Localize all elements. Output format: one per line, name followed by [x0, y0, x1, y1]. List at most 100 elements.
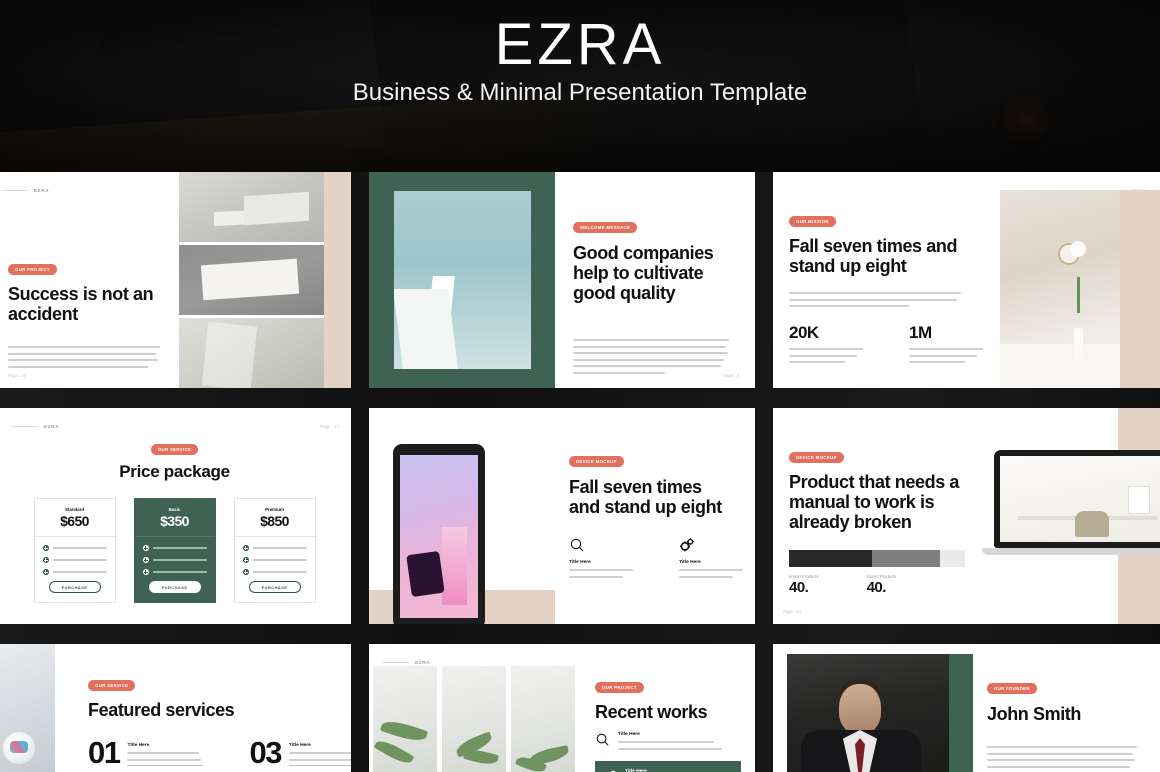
photo-sunglasses: [406, 550, 445, 598]
slide-page-number: Page : 10: [8, 373, 26, 378]
photo-plant-2: [442, 666, 506, 772]
slide-recent-works[interactable]: EZRA Page : 17: [369, 644, 755, 772]
gears-icon: [680, 538, 694, 552]
slide-our-founder[interactable]: OUR FOUNDER John Smith: [773, 644, 1160, 772]
legend-value: 40.: [866, 579, 887, 596]
purchase-button[interactable]: PURCHASE: [48, 581, 101, 593]
slide-device-mockup-tablet[interactable]: EZRA Page : 17 DEVICE MOCKUP Fall seven …: [369, 408, 755, 624]
header-rule: [12, 425, 38, 427]
accent-beige-bar: [1120, 190, 1160, 388]
pricing-card-premium[interactable]: Premium $850 PURCHASE: [233, 498, 316, 603]
photo-paper-stack: [179, 245, 324, 315]
pricing-price: $350: [160, 513, 189, 529]
slide-page-number: Page : 24: [783, 609, 801, 614]
plus-icon: [142, 557, 149, 563]
pricing-feature: [42, 557, 107, 563]
photo-chair: [1074, 510, 1109, 537]
legend-value: 40.: [789, 579, 809, 596]
slide-device-mockup-laptop[interactable]: EZRA DEVICE MOCKUP Product that needs a …: [773, 408, 1160, 624]
slide-our-mission[interactable]: EZRA Page : 5 OUR MISSION Fall seven tim…: [773, 172, 1160, 388]
pricing-feature: [242, 557, 307, 563]
stat-value: 20K: [789, 323, 819, 342]
plus-icon: [242, 545, 249, 551]
pricing-tier: Standard: [64, 507, 85, 512]
service-text: Title Here: [288, 738, 351, 766]
slide-good-companies[interactable]: WELCOME MESSAGE Good companies help to c…: [369, 172, 755, 388]
work-item: Title Here: [595, 732, 741, 754]
slide-8-gallery: [369, 666, 575, 772]
slide-badge: WELCOME MESSAGE: [573, 222, 638, 233]
feature-item: Title Here: [569, 537, 633, 582]
bar-chart-legend: Import Products 40. Export Products 40.: [789, 574, 987, 596]
slide-6-text-pane: DEVICE MOCKUP Product that needs a manua…: [773, 408, 1001, 624]
laptop-screen: [1000, 456, 1160, 542]
pricing-card-basic[interactable]: Basic $350 PURCHASE: [133, 498, 216, 603]
service-title: Title Here: [288, 743, 311, 748]
photo-flower-stem: [1076, 276, 1080, 313]
pricing-feature-list: [35, 537, 115, 575]
plus-icon: [42, 557, 49, 563]
pricing-tier: Basic: [168, 507, 181, 512]
slide-title: Success is not an accident: [8, 284, 154, 324]
slide-body-text: [987, 746, 1140, 768]
tablet-mockup: [393, 444, 485, 624]
stat-item: 20K: [789, 323, 865, 368]
slide-1-header: EZRA: [0, 185, 169, 195]
plus-icon: [42, 545, 49, 551]
slide-4-header: EZRA Page : 14: [8, 421, 339, 431]
work-text: Title Here: [618, 732, 741, 754]
photo-glass-sheets: [179, 318, 324, 388]
hero-title: EZRA: [494, 12, 666, 77]
slide-3-text-pane: OUR MISSION Fall seven times and stand u…: [773, 172, 1001, 388]
slide-success-is-not-an-accident[interactable]: EZRA OUR PROJECT Success is not an accid…: [0, 172, 351, 388]
work-item-highlight: Title Here: [595, 761, 741, 772]
slide-body-text: [789, 292, 987, 307]
feature-description: [569, 569, 633, 578]
search-icon: [570, 538, 584, 552]
pricing-cards: Standard $650 PURCHASE Basic $350 PURCHA…: [16, 498, 333, 603]
slide-badge: DEVICE MOCKUP: [569, 456, 624, 467]
photo-business-cards: [179, 172, 324, 242]
pricing-feature: [42, 569, 107, 575]
slide-2-image-pane: [369, 172, 555, 388]
pricing-feature: [42, 545, 107, 551]
presentation-preview-page: Good help goo EZRA Business & Minimal Pr…: [0, 0, 1160, 772]
slide-title: John Smith: [987, 704, 1081, 724]
slide-5-features: Title Here Title Here: [569, 537, 743, 582]
slide-featured-services[interactable]: OUR SERVICE Featured services 01 Title H…: [0, 644, 351, 772]
plus-icon: [142, 569, 149, 575]
accent-green-bar: [949, 654, 973, 772]
portrait-face: [839, 684, 881, 734]
photo-pink-box: [442, 526, 468, 605]
stat-value: 1M: [909, 323, 932, 342]
slide-4-heading-block: OUR SERVICE Price package: [16, 438, 333, 482]
slide-title: Fall seven times and stand up eight: [789, 236, 958, 276]
pricing-card-standard[interactable]: Standard $650 PURCHASE: [33, 498, 116, 603]
service-item: 03 Title Here: [249, 737, 351, 768]
stacked-bar-chart: [789, 550, 965, 567]
legend-item: Export Products 40.: [867, 574, 897, 596]
photo-ball: [3, 732, 35, 764]
accent-beige-bar: [324, 172, 351, 388]
slide-badge: OUR FOUNDER: [987, 683, 1037, 694]
pricing-price: $850: [260, 513, 289, 529]
hero-banner: Good help goo EZRA Business & Minimal Pr…: [0, 0, 1160, 172]
plus-icon: [242, 569, 249, 575]
slide-9-text-pane: OUR FOUNDER John Smith: [973, 644, 1160, 772]
slide-body-text: [573, 339, 729, 374]
slide-4-body: OUR SERVICE Price package Standard $650: [0, 408, 351, 624]
search-icon: [596, 733, 609, 746]
photo-flower: [1069, 241, 1086, 258]
purchase-button[interactable]: PURCHASE: [148, 581, 201, 593]
underline: [127, 765, 204, 766]
photo-interior-room: [1000, 190, 1120, 388]
slide-title: Fall seven times and stand up eight: [569, 477, 722, 517]
plus-icon: [242, 557, 249, 563]
slide-price-package[interactable]: EZRA Page : 14 OUR SERVICE Price package…: [0, 408, 351, 624]
slide-title: Recent works: [595, 702, 708, 722]
purchase-button[interactable]: PURCHASE: [248, 581, 301, 593]
slide-row-1: EZRA OUR PROJECT Success is not an accid…: [0, 172, 1160, 388]
pricing-feature: [142, 557, 207, 563]
work-title: Title Here: [618, 732, 640, 737]
slide-title: Price package: [119, 462, 230, 481]
